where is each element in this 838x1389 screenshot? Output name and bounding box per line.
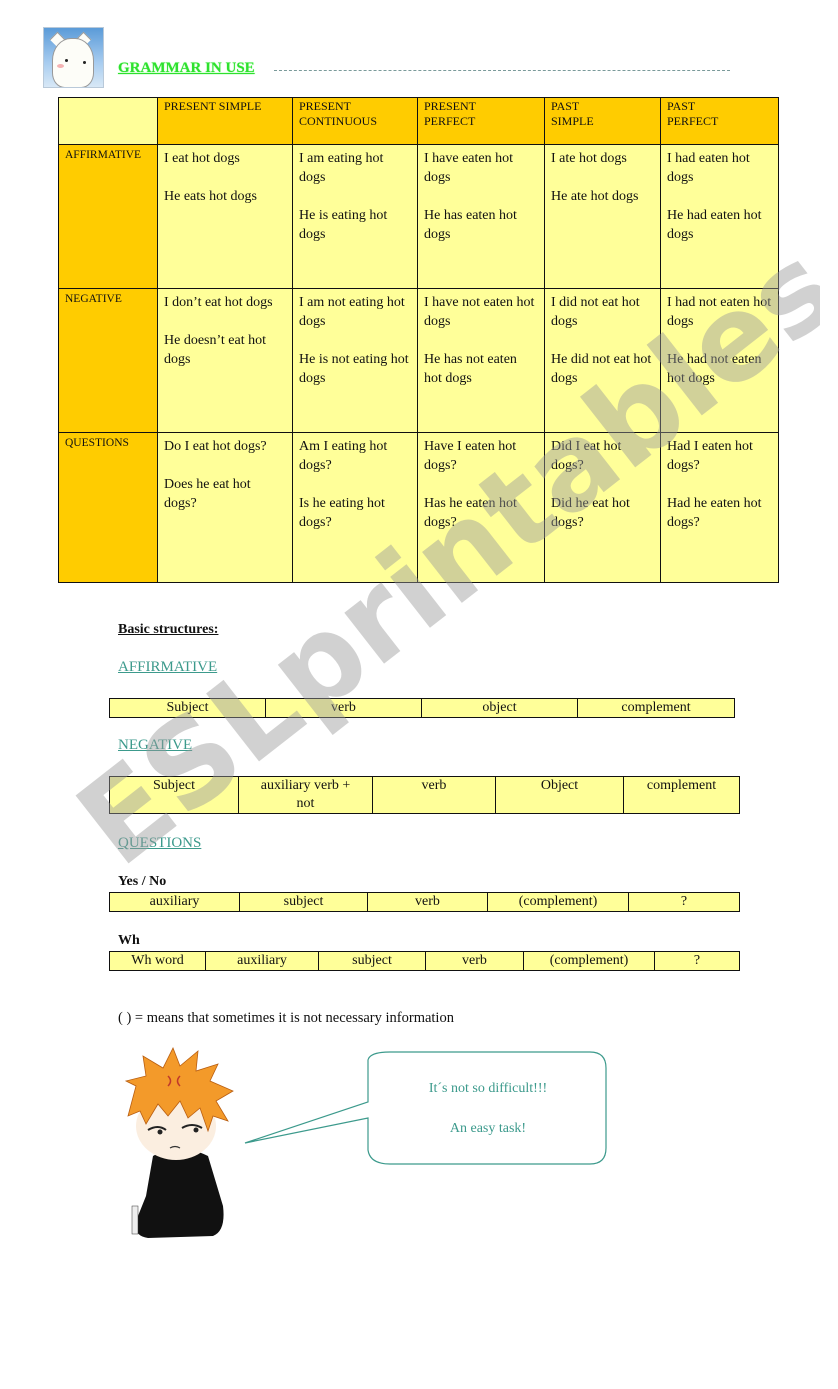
table-cell: I have eaten hot dogs He has eaten hot do… [417,144,545,289]
cartoon-character-icon [124,1047,234,1238]
speech-bubble-line-1: It´s not so difficult!!! [428,1081,548,1096]
character-pupil [193,1127,199,1133]
speech-bubble-line-2: An easy task! [449,1121,527,1136]
eye [65,59,68,62]
table-cell: Do I eat hot dogs? Does he eat hot dogs? [157,432,293,583]
table-header-row: PRESENT SIMPLE PRESENT CONTINUOUS PRESENT… [58,97,779,145]
table-cell: I ate hot dogs He ate hot dogs [544,144,661,289]
table-cell: Had I eaten hot dogs? Had he eaten hot do… [660,432,779,583]
structure-cell: subject [239,892,368,912]
structure-cell: (complement) [487,892,629,912]
table-row: auxiliary subject verb (complement) ? [109,892,740,912]
wh-structure-table: Wh word auxiliary subject verb (compleme… [109,951,740,971]
table-row: Subject auxiliary verb + not verb Object… [109,776,740,814]
structure-cell: Subject [109,776,239,814]
table-row: AFFIRMATIVE I eat hot dogs He eats hot do… [58,144,779,289]
table-cell: I eat hot dogs He eats hot dogs [157,144,293,289]
structure-cell: complement [623,776,740,814]
table-cell: Am I eating hot dogs? Is he eating hot do… [292,432,418,583]
column-header: PRESENT PERFECT [417,97,545,145]
corner-cell [58,97,158,145]
structure-cell: verb [265,698,422,718]
structure-cell: subject [318,951,426,971]
character-pupil [157,1129,163,1135]
speech-bubble-outline [244,1051,607,1165]
character-shoe [131,1205,139,1235]
basic-structures-heading: Basic structures: [118,622,219,637]
table-cell: I have not eaten hot dogs He has not eate… [417,288,545,433]
parentheses-note: ( ) = means that sometimes it is not nec… [118,1010,454,1026]
structure-cell: auxiliary [205,951,319,971]
structure-cell: Subject [109,698,266,718]
structure-cell: ? [628,892,740,912]
wh-heading: Wh [118,933,140,948]
structure-cell: object [421,698,578,718]
table-cell: I had eaten hot dogs He had eaten hot dog… [660,144,779,289]
affirmative-structure-table: Subject verb object complement [109,698,735,718]
structure-cell: verb [367,892,488,912]
grammar-table: PRESENT SIMPLE PRESENT CONTINUOUS PRESENT… [58,97,779,583]
table-cell: I am not eating hot dogs He is not eating… [292,288,418,433]
yes-no-structure-table: auxiliary subject verb (complement) ? [109,892,740,912]
structure-cell: ? [654,951,740,971]
table-cell: I did not eat hot dogs He did not eat hot… [544,288,661,433]
face-shape [52,38,94,87]
column-header: PRESENT CONTINUOUS [292,97,418,145]
column-header: PAST SIMPLE [544,97,661,145]
structure-cell: Object [495,776,624,814]
column-header: PRESENT SIMPLE [157,97,293,145]
column-header: PAST PERFECT [660,97,779,145]
negative-structure-table: Subject auxiliary verb + not verb Object… [109,776,740,814]
structure-cell: complement [577,698,735,718]
affirmative-heading: AFFIRMATIVE [118,659,218,675]
title-divider [274,70,730,71]
row-header: AFFIRMATIVE [58,144,158,289]
structure-cell: auxiliary [109,892,240,912]
table-cell: I don’t eat hot dogs He doesn’t eat hot d… [157,288,293,433]
structure-cell: verb [425,951,524,971]
table-cell: I am eating hot dogs He is eating hot dog… [292,144,418,289]
table-cell: Did I eat hot dogs? Did he eat hot dogs? [544,432,661,583]
character-body [135,1148,224,1238]
table-row: NEGATIVE I don’t eat hot dogs He doesn’t … [58,288,779,433]
page-title: GRAMMAR IN USE [118,60,255,76]
questions-heading: QUESTIONS [118,835,202,851]
structure-cell: verb [372,776,496,814]
blush [57,64,64,68]
table-row: QUESTIONS Do I eat hot dogs? Does he eat … [58,432,779,583]
structure-cell: (complement) [523,951,655,971]
speech-bubble [244,1051,607,1165]
structure-cell: Wh word [109,951,206,971]
structure-cell: auxiliary verb + not [238,776,373,814]
table-cell: Have I eaten hot dogs? Has he eaten hot d… [417,432,545,583]
negative-heading: NEGATIVE [118,737,193,753]
row-header: NEGATIVE [58,288,158,433]
table-row: Subject verb object complement [109,698,735,718]
table-cell: I had not eaten hot dogs He had not eaten… [660,288,779,433]
table-row: Wh word auxiliary subject verb (compleme… [109,951,740,971]
eye [83,61,86,64]
cartoon-face-icon [43,27,104,88]
yes-no-heading: Yes / No [118,874,167,889]
row-header: QUESTIONS [58,432,158,583]
